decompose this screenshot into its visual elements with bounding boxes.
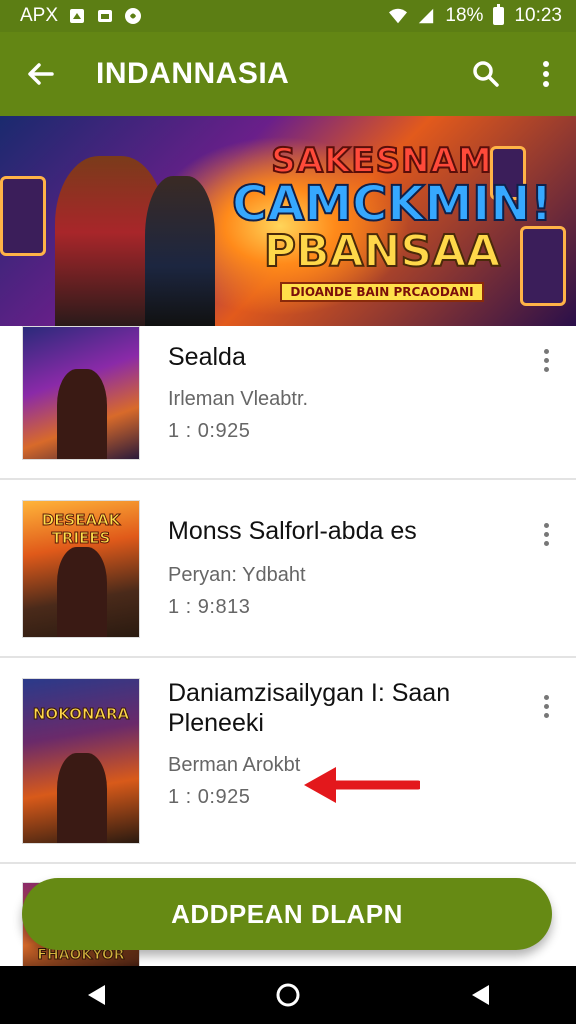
status-time: 10:23	[514, 5, 562, 26]
game-list: Sealda Irleman Vleabtr. 1 : 0:925 DESEAA…	[0, 326, 576, 864]
battery-percent: 18%	[445, 5, 484, 26]
list-item[interactable]: Sealda Irleman Vleabtr. 1 : 0:925	[0, 326, 576, 480]
status-right: 18% 10:23	[389, 4, 562, 27]
dot	[543, 522, 549, 528]
thumbnail-figure	[57, 547, 107, 637]
dot	[543, 531, 549, 537]
status-left: APX	[20, 5, 142, 27]
item-meta: 1 : 0:925	[168, 420, 251, 442]
media-icon	[124, 7, 142, 25]
app-bar: INDANNASIA	[0, 32, 576, 116]
signal-icon	[417, 7, 435, 25]
item-more-button[interactable]	[536, 686, 556, 726]
banner-logo: SAKESNAM CAMCKMIN! PBANSAA DIOANDE BAIN …	[231, 141, 553, 302]
thumbnail-figure	[57, 753, 107, 843]
dot	[543, 712, 549, 718]
nav-recents-button[interactable]	[450, 966, 510, 1024]
item-meta: 1 : 0:925	[168, 786, 251, 808]
banner-hero-figure	[145, 176, 215, 326]
arcade-cabinet-image	[0, 176, 46, 256]
banner-subtitle: DIOANDE BAIN PRCAODANI	[280, 282, 484, 302]
page-title: INDANNASIA	[96, 57, 290, 90]
search-icon	[473, 61, 499, 87]
search-button[interactable]	[456, 32, 516, 116]
item-subtitle: Irleman Vleabtr.	[168, 388, 309, 410]
banner-title-line2: CAMCKMIN!	[231, 176, 553, 232]
item-title: Monss Salforl-abda es	[168, 517, 417, 545]
item-subtitle: Berman Arokbt	[168, 754, 301, 776]
status-bar: APX 18% 10:23	[0, 0, 576, 32]
item-title: Sealda	[168, 343, 246, 371]
annotation-arrow-icon	[304, 767, 420, 803]
dot	[543, 540, 549, 546]
list-item[interactable]: DESEAAK TRIEES Monss Salforl-abda es Per…	[0, 480, 576, 658]
item-thumbnail: NOKONARA	[22, 678, 140, 844]
nav-back-button[interactable]	[66, 966, 126, 1024]
back-button[interactable]	[0, 32, 80, 116]
more-vert-icon	[543, 61, 549, 87]
system-nav-bar	[0, 966, 576, 1024]
item-title: Daniamzisailygan I: Saan Pleneeki	[168, 679, 451, 737]
back-triangle-icon	[88, 985, 105, 1005]
notification-icon	[68, 7, 86, 25]
dot	[543, 366, 549, 372]
list-item[interactable]: NOKONARA Daniamzisailygan I: Saan Plenee…	[0, 658, 576, 864]
thumbnail-logo: DESEAAK TRIEES	[41, 511, 121, 548]
item-thumbnail	[22, 326, 140, 460]
status-left-text: APX	[20, 5, 59, 26]
dot	[543, 703, 549, 709]
promo-banner[interactable]: SAKESNAM CAMCKMIN! PBANSAA DIOANDE BAIN …	[0, 116, 576, 326]
back-triangle-icon	[472, 985, 489, 1005]
dot	[543, 357, 549, 363]
item-meta: 1 : 9:813	[168, 596, 251, 618]
nav-home-button[interactable]	[258, 966, 318, 1024]
thumbnail-logo: NOKONARA	[32, 705, 130, 724]
photo-icon	[96, 7, 114, 25]
thumbnail-figure	[57, 369, 107, 459]
dot	[543, 694, 549, 700]
item-more-button[interactable]	[536, 514, 556, 554]
home-circle-icon	[276, 983, 300, 1007]
item-subtitle: Peryan: Ydbaht	[168, 564, 306, 586]
item-more-button[interactable]	[536, 340, 556, 380]
banner-title-line3: PBANSAA	[263, 226, 501, 277]
more-options-button[interactable]	[516, 32, 576, 116]
back-arrow-icon	[28, 63, 54, 85]
banner-title-line1: SAKESNAM	[270, 141, 493, 181]
add-plan-button[interactable]: ADDPEAN DLAPN	[22, 878, 552, 950]
battery-icon	[493, 4, 505, 25]
item-thumbnail: DESEAAK TRIEES	[22, 500, 140, 638]
dot	[543, 348, 549, 354]
wifi-icon	[389, 7, 408, 25]
